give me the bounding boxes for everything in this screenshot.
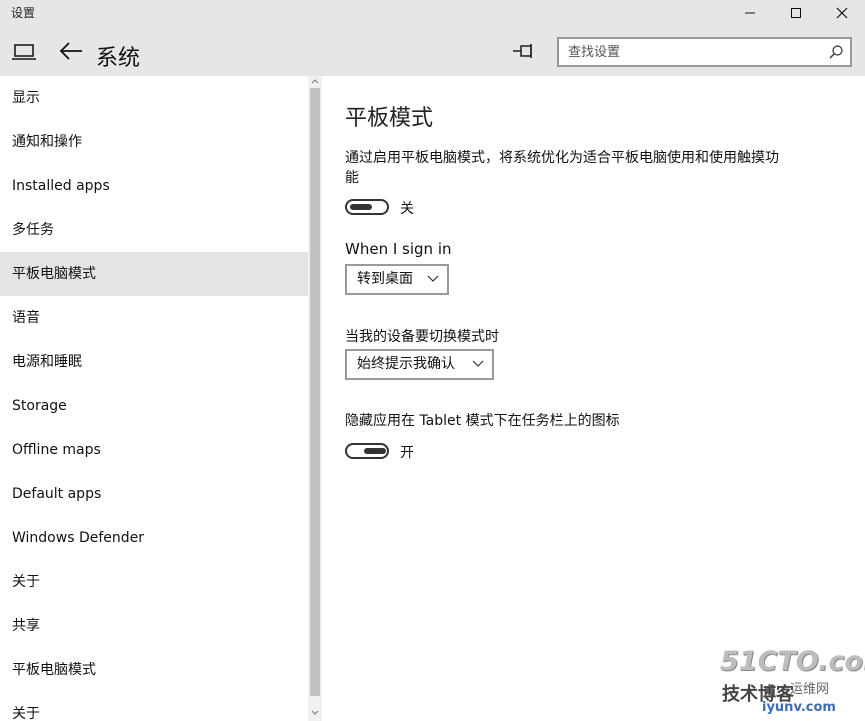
sidebar-item-display[interactable]: 显示 — [0, 76, 308, 120]
scroll-down-icon[interactable] — [311, 710, 319, 716]
sidebar-item-power-sleep[interactable]: 电源和睡眠 — [0, 340, 308, 384]
search-box[interactable] — [557, 37, 852, 67]
pin-button[interactable] — [511, 41, 535, 65]
sidebar-item-installed-apps[interactable]: Installed apps — [0, 164, 308, 208]
switch-mode-dropdown-value: 始终提示我确认 — [357, 356, 455, 372]
maximize-button[interactable] — [773, 0, 819, 26]
minimize-icon — [745, 12, 755, 14]
hide-icons-toggle[interactable] — [345, 443, 389, 459]
sidebar-item-share[interactable]: 共享 — [0, 604, 308, 648]
watermark-cn-text-2: 运维网 — [790, 682, 830, 697]
toggle-knob — [350, 204, 372, 210]
toggle-knob — [364, 448, 386, 454]
close-button[interactable] — [819, 0, 865, 26]
hide-icons-label: 隐藏应用在 Tablet 模式下在任务栏上的图标 — [345, 413, 620, 429]
minimize-button[interactable] — [727, 0, 773, 26]
scroll-up-icon[interactable] — [311, 78, 319, 84]
sidebar-item-storage[interactable]: Storage — [0, 384, 308, 428]
sidebar-item-default-apps[interactable]: Default apps — [0, 472, 308, 516]
sidebar: 显示 通知和操作 Installed apps 多任务 平板电脑模式 语音 电源… — [0, 76, 308, 721]
search-icon[interactable] — [828, 44, 844, 60]
watermark-logo: 51CTO.com — [720, 646, 865, 677]
sidebar-item-multitasking[interactable]: 多任务 — [0, 208, 308, 252]
watermark: 51CTO.com 技术博客 运维网 iyunv.com — [712, 640, 865, 718]
tablet-mode-toggle[interactable] — [345, 199, 389, 215]
content-pane: 平板模式 通过启用平板电脑模式，将系统优化为适合平板电脑使用和使用触摸功能 关 … — [322, 76, 865, 721]
window-title: 设置 — [11, 6, 36, 20]
back-arrow-icon — [59, 42, 82, 60]
scrollbar-thumb[interactable] — [310, 88, 320, 696]
search-input[interactable] — [568, 43, 818, 61]
sidebar-item-speech[interactable]: 语音 — [0, 296, 308, 340]
sidebar-item-tablet-mode-2[interactable]: 平板电脑模式 — [0, 648, 308, 692]
sign-in-label: When I sign in — [345, 240, 452, 258]
sign-in-dropdown[interactable]: 转到桌面 — [345, 264, 449, 295]
pin-icon — [513, 44, 532, 58]
switch-mode-dropdown[interactable]: 始终提示我确认 — [345, 349, 494, 380]
page-title: 平板模式 — [345, 106, 434, 131]
page-header-title: 系统 — [96, 46, 141, 71]
title-bar: 设置 系统 — [0, 0, 865, 76]
sidebar-item-about-2[interactable]: 关于 — [0, 692, 308, 721]
hide-icons-state-label: 开 — [400, 445, 414, 461]
tablet-mode-state-label: 关 — [400, 201, 414, 217]
sidebar-item-tablet-mode[interactable]: 平板电脑模式 — [0, 252, 308, 296]
sign-in-dropdown-value: 转到桌面 — [357, 271, 413, 287]
chevron-down-icon — [472, 360, 484, 367]
sidebar-scrollbar[interactable] — [308, 76, 322, 721]
sidebar-item-windows-defender[interactable]: Windows Defender — [0, 516, 308, 560]
tablet-mode-description: 通过启用平板电脑模式，将系统优化为适合平板电脑使用和使用触摸功能 — [345, 150, 779, 186]
sidebar-item-offline-maps[interactable]: Offline maps — [0, 428, 308, 472]
watermark-url: iyunv.com — [762, 700, 836, 715]
back-button[interactable] — [58, 40, 84, 66]
laptop-icon — [12, 43, 36, 65]
close-icon — [836, 7, 848, 19]
switch-mode-label: 当我的设备要切换模式时 — [345, 329, 499, 345]
sidebar-item-about[interactable]: 关于 — [0, 560, 308, 604]
chevron-down-icon — [427, 275, 439, 282]
maximize-icon — [791, 8, 801, 18]
sidebar-item-notifications[interactable]: 通知和操作 — [0, 120, 308, 164]
